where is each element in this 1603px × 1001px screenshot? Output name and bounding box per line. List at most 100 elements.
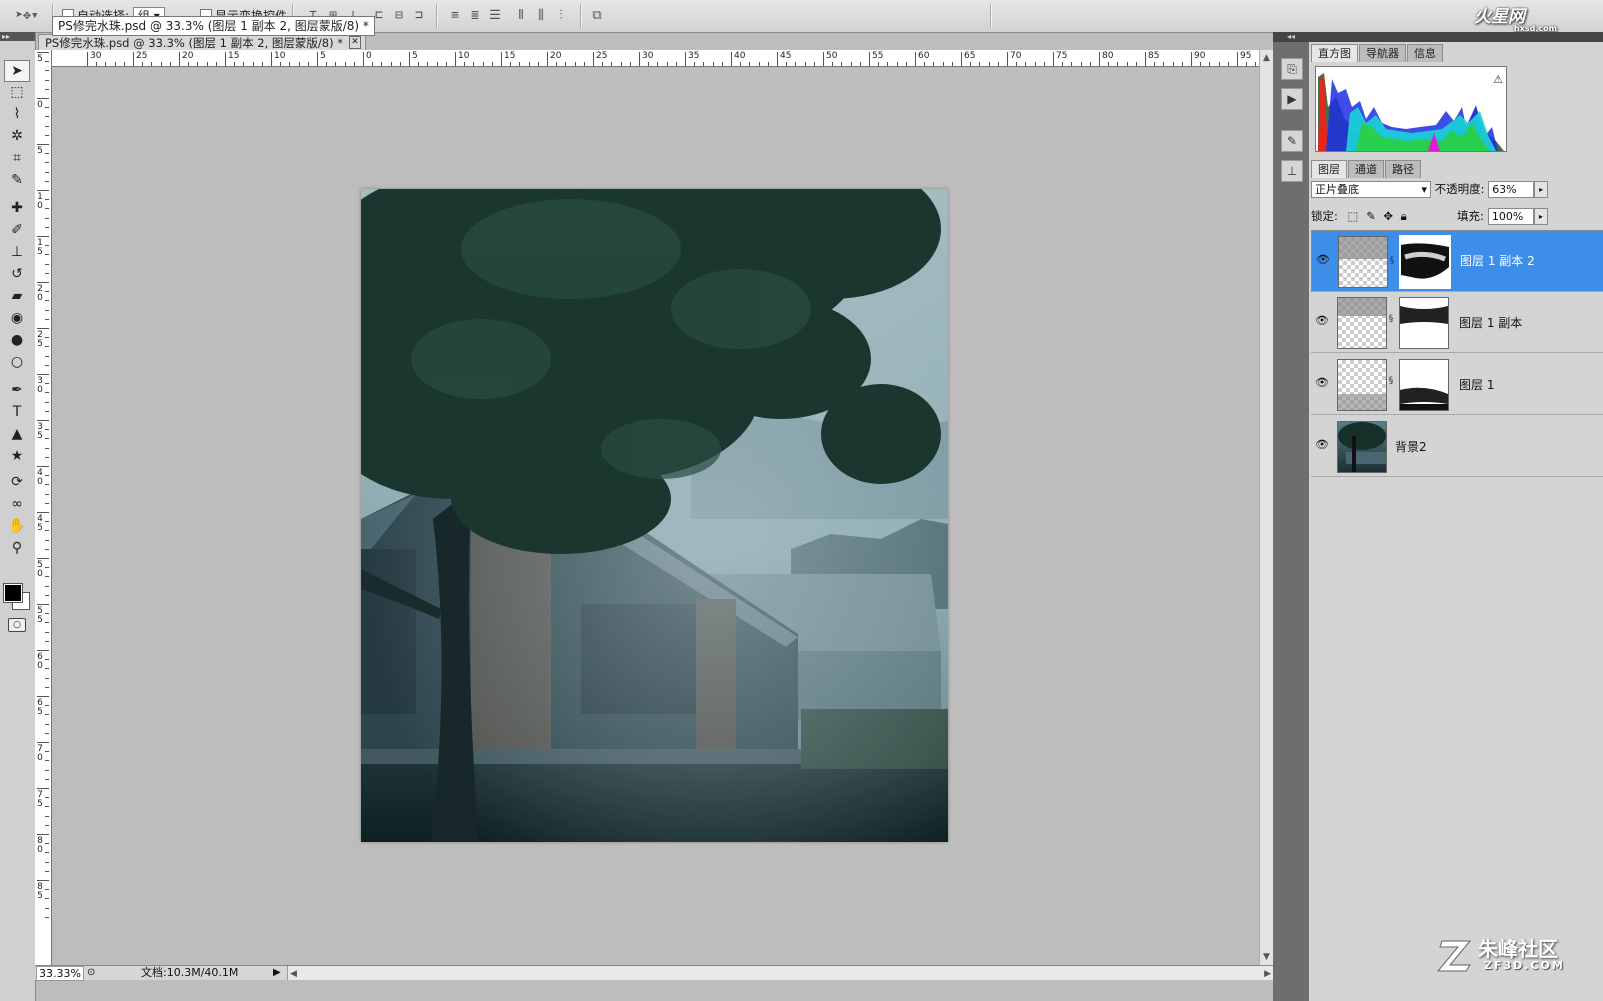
horizontal-ruler[interactable]: 30 25 20 15 10 5 0 5 10 15 20 25 30 35 40 45 50 55 60 65 70 7… — [52, 50, 1259, 67]
tab-paths[interactable]: 路径 — [1385, 160, 1421, 178]
ruler-minor-tick — [1255, 62, 1257, 66]
auto-align-icon[interactable]: ⧉ — [588, 8, 606, 24]
link-icon[interactable]: § — [1388, 314, 1394, 328]
align-right-icon[interactable]: ⊐ — [410, 8, 428, 24]
layer-name[interactable]: 图层 1 副本 2 — [1460, 253, 1535, 269]
lasso-tool[interactable]: ⌇ — [5, 104, 29, 124]
history-panel-icon[interactable]: ⎘ — [1281, 58, 1303, 80]
link-icon[interactable]: § — [1389, 253, 1395, 267]
document-canvas[interactable] — [361, 189, 948, 842]
paint-bucket-tool[interactable]: ◉ — [5, 308, 29, 328]
opacity-field[interactable]: 63% — [1488, 181, 1535, 198]
layer-name[interactable]: 背景2 — [1395, 438, 1427, 455]
zoom-tool[interactable]: ⚲ — [5, 538, 29, 558]
tab-layers[interactable]: 图层 — [1311, 160, 1347, 178]
status-arrow-icon[interactable]: ▶ — [273, 966, 281, 980]
ruler-minor-tick — [45, 778, 49, 780]
tab-histogram[interactable]: 直方图 — [1311, 44, 1358, 62]
lock-position-icon[interactable]: ✥ — [1383, 209, 1393, 223]
history-brush-tool[interactable]: ↺ — [5, 264, 29, 284]
clone-stamp-tool[interactable]: ⊥ — [5, 242, 29, 262]
lock-all-icon[interactable]: 🔒︎ — [1401, 209, 1407, 223]
eye-icon[interactable]: 👁︎ — [1315, 438, 1329, 452]
marquee-tool[interactable]: ⬚ — [5, 82, 29, 102]
layer-mask-thumbnail[interactable] — [1399, 297, 1449, 349]
layer-name[interactable]: 图层 1 副本 — [1459, 314, 1522, 331]
scroll-down-icon[interactable]: ▼ — [1263, 952, 1270, 962]
layer-name[interactable]: 图层 1 — [1459, 376, 1494, 393]
distribute-hcenter-icon[interactable]: ⫼ — [532, 8, 550, 24]
blur-tool[interactable]: ● — [5, 330, 29, 350]
ruler-tick — [409, 52, 410, 66]
tab-navigator[interactable]: 导航器 — [1359, 44, 1406, 62]
dock-collapse-icon[interactable]: ◂◂ — [1273, 32, 1309, 42]
pen-tool[interactable]: ✒ — [5, 380, 29, 400]
scroll-up-icon[interactable]: ▲ — [1263, 53, 1270, 63]
scroll-right-icon[interactable]: ▶ — [1264, 967, 1271, 981]
document-tab[interactable]: PS修完水珠.psd @ 33.3% (图层 1 副本 2, 图层蒙版/8) *… — [38, 34, 366, 51]
eye-icon[interactable]: 👁︎ — [1315, 314, 1329, 328]
path-select-tool[interactable]: ▲ — [5, 424, 29, 444]
layer-row[interactable]: 👁︎ § 图层 1 副本 2 — [1311, 230, 1603, 292]
vertical-scrollbar[interactable]: ▲ ▼ — [1259, 50, 1274, 965]
vertical-ruler[interactable]: 5 0 5 1 0 1 5 2 0 2 5 3 0 3 5 4 0 4 5 5 0 5 5 6 0 6 5 7… — [35, 50, 52, 965]
eraser-tool[interactable]: ▰ — [5, 286, 29, 306]
ruler-minor-tick — [45, 861, 49, 863]
tab-info[interactable]: 信息 — [1407, 44, 1443, 62]
3d-orbit-tool[interactable]: ∞ — [5, 494, 29, 514]
brush-panel-icon[interactable]: ✎ — [1281, 130, 1303, 152]
eye-icon[interactable]: 👁︎ — [1316, 253, 1330, 267]
hand-tool[interactable]: ✋ — [5, 516, 29, 536]
layer-row[interactable]: 👁︎ § 图层 1 副本 — [1311, 292, 1603, 353]
healing-brush-tool[interactable]: ✚ — [5, 198, 29, 218]
distribute-bottom-icon[interactable]: ☰ — [486, 8, 504, 24]
foreground-color-swatch[interactable] — [3, 583, 23, 603]
zoom-field[interactable]: 33.33% — [36, 966, 84, 981]
ruler-minor-tick — [510, 62, 512, 66]
type-tool[interactable]: T — [5, 402, 29, 422]
lock-transparency-icon[interactable]: ⬚ — [1348, 209, 1359, 223]
layer-row[interactable]: 👁︎ 背景2 — [1311, 416, 1603, 477]
scroll-left-icon[interactable]: ◀ — [290, 967, 297, 981]
lock-pixels-icon[interactable]: ✎ — [1366, 209, 1376, 223]
brush-tool[interactable]: ✐ — [5, 220, 29, 240]
tools-panel-header[interactable]: ▸▸ — [0, 32, 35, 41]
quick-select-tool[interactable]: ✲ — [5, 126, 29, 146]
layer-mask-thumbnail[interactable] — [1399, 235, 1451, 289]
distribute-top-icon[interactable]: ≡ — [446, 8, 464, 24]
fill-field[interactable]: 100% — [1487, 208, 1534, 225]
close-icon[interactable]: ✕ — [349, 36, 361, 49]
link-icon[interactable]: § — [1388, 376, 1394, 390]
shape-tool[interactable]: ★ — [5, 446, 29, 466]
clone-source-panel-icon[interactable]: ⊥ — [1281, 160, 1303, 182]
crop-tool[interactable]: ⌗ — [5, 148, 29, 168]
move-tool[interactable]: ➤ — [4, 60, 30, 82]
eyedropper-tool[interactable]: ✎ — [5, 170, 29, 190]
3d-rotate-tool[interactable]: ⟳ — [5, 472, 29, 492]
ruler-tick — [37, 98, 49, 99]
move-tool-preset-icon[interactable]: ➤✥▾ — [12, 8, 42, 24]
eye-icon[interactable]: 👁︎ — [1315, 376, 1329, 390]
horizontal-scrollbar[interactable]: ◀ ▶ — [287, 966, 1273, 980]
distribute-left-icon[interactable]: ⫴ — [512, 8, 530, 24]
layer-thumbnail[interactable] — [1337, 297, 1387, 349]
fill-slider-icon[interactable]: ▸ — [1533, 208, 1548, 225]
blend-mode-dropdown[interactable]: 正片叠底 ▾ — [1311, 181, 1431, 198]
tab-channels[interactable]: 通道 — [1348, 160, 1384, 178]
actions-panel-icon[interactable]: ▶ — [1281, 88, 1303, 110]
distribute-vcenter-icon[interactable]: ≣ — [466, 8, 484, 24]
layer-row[interactable]: 👁︎ § 图层 1 — [1311, 354, 1603, 415]
quick-mask-icon[interactable]: ○ — [8, 618, 26, 632]
layer-thumbnail[interactable] — [1337, 421, 1387, 473]
opacity-slider-icon[interactable]: ▸ — [1534, 181, 1549, 198]
layer-thumbnail[interactable] — [1337, 359, 1387, 411]
status-menu-icon[interactable]: ⊙ — [87, 966, 95, 980]
ruler-minor-tick — [1034, 62, 1036, 66]
distribute-right-icon[interactable]: ⫶ — [552, 8, 570, 24]
histogram-warning-icon[interactable]: ⚠ — [1493, 73, 1503, 86]
ruler-label: 60 — [918, 51, 930, 61]
align-hcenter-icon[interactable]: ⊟ — [390, 8, 408, 24]
layer-thumbnail[interactable] — [1338, 236, 1388, 288]
layer-mask-thumbnail[interactable] — [1399, 359, 1449, 411]
dodge-tool[interactable]: ○ — [5, 352, 29, 372]
